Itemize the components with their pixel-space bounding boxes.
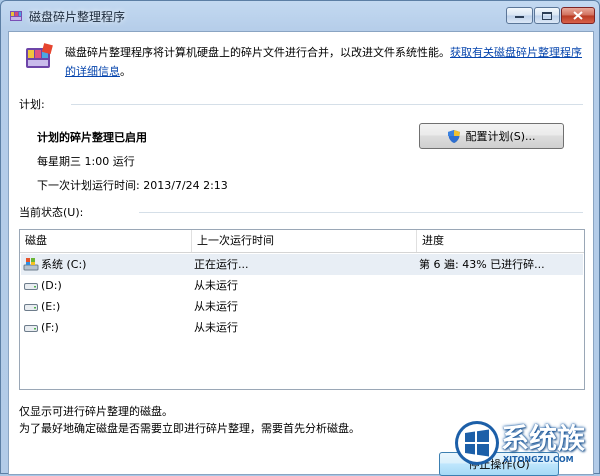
intro-description: 磁盘碎片整理程序将计算机硬盘上的碎片文件进行合并，以改进文件系统性能。 (65, 46, 450, 59)
close-button[interactable] (561, 7, 595, 24)
status-divider (139, 212, 583, 213)
disk-row-e[interactable]: (E:) 从未运行 (21, 296, 583, 317)
system-drive-icon (23, 258, 39, 271)
schedule-next-run: 下一次计划运行时间: 2013/7/24 2:13 (37, 179, 228, 192)
configure-schedule-label: 配置计划(S)... (465, 130, 536, 143)
disk-name: (D:) (41, 279, 62, 292)
defrag-program-icon (26, 43, 53, 68)
schedule-status-title: 计划的碎片整理已启用 (37, 131, 147, 144)
windows-logo-icon (455, 421, 499, 465)
disk-name: (F:) (41, 321, 59, 334)
current-status-label: 当前状态(U): (19, 206, 84, 219)
maximize-icon (542, 11, 552, 20)
defrag-app-icon (10, 11, 22, 21)
client-area: 磁盘碎片整理程序将计算机硬盘上的碎片文件进行合并，以改进文件系统性能。获取有关磁… (8, 31, 594, 476)
column-header-last-run[interactable]: 上一次运行时间 (192, 230, 417, 252)
defrag-window: 磁盘碎片整理程序 磁盘碎片整理程序将计算机硬盘上的碎片文件进行合并，以改进文件系… (0, 0, 600, 476)
info-notes: 仅显示可进行碎片整理的磁盘。 为了最好地确定磁盘是否需要立即进行碎片整理，需要首… (19, 403, 360, 437)
disk-last-run: 从未运行 (194, 300, 238, 313)
column-header-disk[interactable]: 磁盘 (20, 230, 192, 252)
watermark-text: 系统族 (501, 422, 586, 455)
drive-icon (24, 325, 38, 332)
minimize-icon (515, 15, 524, 18)
window-title: 磁盘碎片整理程序 (29, 10, 126, 24)
disk-list[interactable]: 磁盘 上一次运行时间 进度 系统 (C:) 正在运行... 第 6 遍: 43%… (19, 229, 585, 390)
disk-name: 系统 (C:) (41, 258, 87, 271)
site-watermark: 系统族 XITONGZU.COM (451, 411, 600, 475)
maximize-button[interactable] (534, 7, 560, 24)
drive-icon (24, 304, 38, 311)
column-header-progress[interactable]: 进度 (417, 230, 584, 252)
disk-last-run: 从未运行 (194, 279, 238, 292)
close-icon (573, 11, 583, 20)
title-bar[interactable]: 磁盘碎片整理程序 (1, 1, 599, 31)
disk-name: (E:) (41, 300, 61, 313)
disk-row-c[interactable]: 系统 (C:) 正在运行... 第 6 遍: 43% 已进行碎... (21, 254, 583, 275)
disk-row-f[interactable]: (F:) 从未运行 (21, 317, 583, 338)
uac-shield-icon (448, 129, 461, 143)
disk-progress: 第 6 遍: 43% 已进行碎... (419, 258, 545, 271)
note-line-1: 仅显示可进行碎片整理的磁盘。 (19, 405, 173, 418)
schedule-frequency: 每星期三 1:00 运行 (37, 155, 135, 168)
note-line-2: 为了最好地确定磁盘是否需要立即进行碎片整理，需要首先分析磁盘。 (19, 422, 360, 435)
disk-last-run: 正在运行... (194, 258, 249, 271)
drive-icon (24, 283, 38, 290)
schedule-section-label: 计划: (19, 98, 45, 111)
watermark-url: XITONGZU.COM (503, 455, 574, 464)
minimize-button[interactable] (506, 7, 533, 24)
disk-list-header: 磁盘 上一次运行时间 进度 (20, 230, 584, 253)
intro-text: 磁盘碎片整理程序将计算机硬盘上的碎片文件进行合并，以改进文件系统性能。获取有关磁… (65, 43, 585, 81)
disk-last-run: 从未运行 (194, 321, 238, 334)
disk-row-d[interactable]: (D:) 从未运行 (21, 275, 583, 296)
configure-schedule-button[interactable]: 配置计划(S)... (419, 123, 564, 149)
schedule-divider (71, 104, 583, 105)
intro-end: 。 (120, 65, 131, 78)
